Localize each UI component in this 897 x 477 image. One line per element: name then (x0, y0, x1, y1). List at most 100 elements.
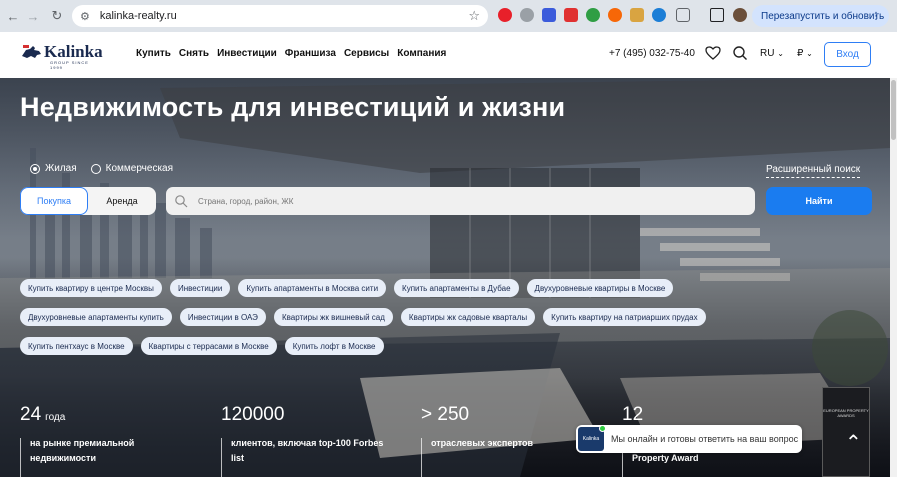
tab-buy[interactable]: Покупка (20, 187, 88, 215)
heart-icon[interactable] (704, 44, 722, 62)
award-text: EUROPEAN PROPERTY AWARDS (823, 408, 869, 418)
stat-desc: клиентов, включая top-100 Forbes (231, 438, 384, 448)
menu-item-investments[interactable]: Инвестиции (217, 48, 277, 59)
quick-links-row: Двухуровневые апартаменты купить Инвести… (20, 308, 810, 326)
quick-link-chip[interactable]: Купить пентхаус в Москве (20, 337, 133, 355)
profile-avatar[interactable] (733, 8, 747, 22)
extensions-puzzle-icon[interactable] (676, 8, 690, 22)
quick-links: Купить квартиру в центре Москвы Инвестиц… (20, 279, 810, 366)
relaunch-label: Перезапустить и обновить (761, 10, 885, 22)
scroll-up-icon[interactable]: ⌃ (845, 430, 862, 455)
stat-desc: Property Award (632, 453, 699, 463)
property-type-radios: Жилая Коммерческая (30, 163, 173, 174)
stat-desc: отраслевых экспертов (431, 438, 534, 448)
language-select[interactable]: RU ⌄ (760, 48, 784, 59)
main-menu: Купить Снять Инвестиции Франшиза Сервисы… (136, 48, 446, 59)
stat-clients: 120000 клиентов, включая top-100 Forbes … (221, 404, 383, 477)
stat-divider (20, 438, 21, 477)
menu-item-services[interactable]: Сервисы (344, 48, 389, 59)
quick-link-chip[interactable]: Купить квартиру в центре Москвы (20, 279, 162, 297)
menu-item-rent[interactable]: Снять (179, 48, 209, 59)
currency-label: ₽ (797, 48, 804, 59)
stat-years: 24 года на рынке премиальной недвижимости (20, 404, 134, 477)
page-scrollbar[interactable] (890, 78, 897, 477)
menu-item-franchise[interactable]: Франшиза (285, 48, 336, 59)
chat-avatar: Kalinka (578, 425, 606, 451)
hero-title: Недвижимость для инвестиций и жизни (20, 92, 566, 122)
chat-avatar-text: Kalinka (582, 436, 600, 442)
radio-dot[interactable] (90, 163, 101, 174)
chevron-down-icon: ⌄ (806, 49, 813, 58)
quick-link-chip[interactable]: Двухуровневые апартаменты купить (20, 308, 172, 326)
relaunch-button[interactable]: Перезапустить и обновить ⋮ (752, 5, 889, 27)
logo[interactable]: Kalinka GROUP SINCE 1999 (20, 42, 103, 70)
address-bar[interactable]: ⚙ kalinka-realty.ru ☆ (72, 5, 488, 27)
menu-item-company[interactable]: Компания (397, 48, 446, 59)
back-icon[interactable]: ← (4, 7, 22, 25)
side-panel-icon[interactable] (710, 8, 724, 22)
opera-extension-icon[interactable] (498, 8, 512, 22)
stat-value: 24 (20, 404, 42, 425)
quick-link-chip[interactable]: Квартиры жк садовые кварталы (400, 308, 536, 326)
quick-link-chip[interactable]: Купить апартаменты в Москва сити (238, 279, 387, 297)
quick-link-chip[interactable]: Квартиры жк вишневый сад (273, 308, 393, 326)
bookmark-star-icon[interactable]: ☆ (468, 8, 480, 24)
stat-divider (421, 438, 422, 477)
extension-icon[interactable] (652, 8, 666, 22)
stat-experts: > 250 отраслевых экспертов (421, 404, 533, 477)
stat-desc: на рынке премиальной (30, 438, 135, 448)
logo-text: Kalinka (44, 42, 103, 61)
browser-toolbar: ← → ↻ ⚙ kalinka-realty.ru ☆ Перезапустит… (0, 0, 897, 32)
search-icon[interactable] (731, 44, 749, 62)
quick-link-chip[interactable]: Квартиры с террасами в Москве (140, 337, 277, 355)
forward-icon[interactable]: → (24, 7, 42, 25)
quick-links-row: Купить пентхаус в Москве Квартиры с терр… (20, 337, 810, 355)
quick-link-chip[interactable]: Двухуровневые квартиры в Москве (526, 279, 674, 297)
radio-residential[interactable]: Жилая (30, 163, 77, 174)
search-icon (175, 195, 188, 208)
stat-desc: list (231, 453, 245, 463)
quick-link-chip[interactable]: Купить квартиру на патриарших прудах (543, 308, 706, 326)
site-settings-icon[interactable]: ⚙ (80, 10, 90, 23)
advanced-search-link[interactable]: Расширенный поиск (766, 164, 861, 178)
quick-link-chip[interactable]: Купить лофт в Москве (284, 337, 384, 355)
url-text: kalinka-realty.ru (99, 10, 177, 22)
radio-dot-checked[interactable] (30, 163, 40, 174)
quick-link-chip[interactable]: Инвестиции в ОАЭ (179, 308, 266, 326)
extension-icon[interactable] (630, 8, 644, 22)
extension-icon[interactable] (564, 8, 578, 22)
radio-residential-label: Жилая (45, 163, 77, 174)
quick-links-row: Купить квартиру в центре Москвы Инвестиц… (20, 279, 810, 297)
fire-extension-icon[interactable] (608, 8, 622, 22)
language-label: RU (760, 48, 775, 59)
search-input[interactable] (198, 196, 738, 206)
menu-item-buy[interactable]: Купить (136, 48, 171, 59)
login-button[interactable]: Вход (824, 42, 871, 67)
quick-link-chip[interactable]: Инвестиции (169, 279, 231, 297)
radio-commercial-label: Коммерческая (105, 163, 174, 174)
reload-icon[interactable]: ↻ (48, 7, 66, 25)
online-indicator-icon (599, 425, 606, 432)
site-header: Kalinka GROUP SINCE 1999 Купить Снять Ин… (0, 32, 897, 78)
horse-logo-icon (22, 45, 41, 58)
stat-desc: недвижимости (30, 453, 96, 463)
phone-number[interactable]: +7 (495) 032-75-40 (609, 48, 695, 59)
currency-select[interactable]: ₽ ⌄ (797, 48, 813, 59)
deal-type-toggle: Покупка Аренда (20, 187, 156, 215)
extension-icon[interactable] (542, 8, 556, 22)
chat-message: Мы онлайн и готовы ответить на ваш вопро… (611, 434, 799, 444)
stat-value: > 250 (421, 404, 470, 425)
search-extension-icon[interactable] (586, 8, 600, 22)
chevron-down-icon: ⌄ (777, 49, 784, 58)
globe-extension-icon[interactable] (520, 8, 534, 22)
search-box (166, 187, 755, 215)
stat-value: 12 (622, 404, 644, 425)
quick-link-chip[interactable]: Купить апартаменты в Дубае (394, 279, 519, 297)
stat-unit: года (45, 412, 66, 423)
more-menu-icon[interactable]: ⋮ (871, 11, 881, 22)
scrollbar-thumb[interactable] (891, 80, 896, 140)
find-button[interactable]: Найти (766, 187, 872, 215)
radio-commercial[interactable]: Коммерческая (90, 163, 174, 174)
chat-widget[interactable]: Kalinka Мы онлайн и готовы ответить на в… (576, 425, 802, 453)
tab-rent[interactable]: Аренда (88, 187, 156, 215)
